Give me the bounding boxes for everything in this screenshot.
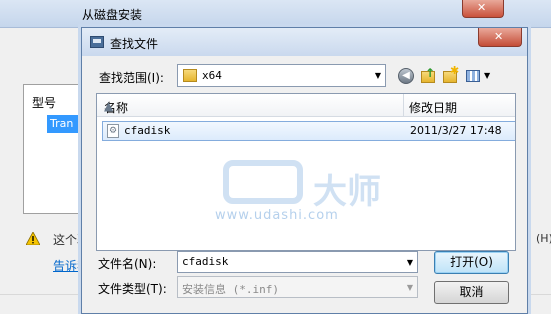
lookin-combo[interactable]: x64 ▼ [177, 64, 386, 87]
watermark-url: www.udashi.com [215, 208, 339, 223]
chevron-down-icon: ▼ [406, 283, 413, 292]
filetype-combo[interactable]: 安装信息 (*.inf) ▼ [177, 276, 418, 298]
view-menu-button[interactable]: ▼ [464, 66, 494, 86]
sort-indicator-icon: ▲ [104, 99, 114, 113]
watermark: 大师 www.udashi.com [209, 134, 429, 224]
lookin-value: x64 [202, 69, 222, 82]
filename-label: 文件名(N): [98, 257, 157, 271]
file-list: 名称 ▲ 修改日期 cfadisk 2011/3/27 17:48 大师 www… [96, 93, 516, 251]
filename-input[interactable] [182, 255, 392, 268]
setup-file-icon [107, 124, 119, 138]
background-right-edge-text: (H) [536, 232, 551, 245]
lookin-label: 查找范围(I): [99, 71, 164, 85]
filetype-value: 安装信息 (*.inf) [182, 283, 279, 296]
background-help-link[interactable]: 告诉我 [53, 257, 81, 274]
back-arrow-icon: ◀ [398, 68, 414, 84]
filename-combo[interactable]: ▼ [177, 251, 418, 273]
cancel-button[interactable]: 取消 [434, 281, 509, 304]
watermark-logo-icon [223, 160, 303, 204]
file-name: cfadisk [124, 124, 171, 137]
background-warning-text: 这个驱 [53, 233, 81, 247]
file-modified: 2011/3/27 17:48 [410, 124, 502, 137]
background-close-button[interactable] [462, 0, 504, 18]
new-folder-button[interactable]: ✱ [440, 64, 460, 86]
background-titlebar: 从磁盘安装 [0, 0, 551, 28]
sparkle-icon: ✱ [450, 64, 460, 77]
dialog-title: 查找文件 [110, 37, 159, 51]
up-arrow-icon: ↑ [425, 66, 436, 80]
background-column-label: 型号 [32, 96, 57, 110]
background-selected-item[interactable]: Tran [47, 115, 85, 133]
view-menu-icon [466, 70, 480, 82]
close-icon: ✕ [494, 30, 504, 43]
find-file-dialog: 查找文件 ✕ 查找范围(I): x64 ▼ ◀ ↑ ✱ ▼ 名称 ▲ 修改日期 [81, 27, 528, 314]
chevron-down-icon: ▼ [374, 71, 381, 80]
back-button[interactable]: ◀ [396, 66, 416, 86]
dialog-title-icon [90, 36, 104, 48]
watermark-brand: 大师 [313, 172, 381, 212]
dialog-close-button[interactable]: ✕ [478, 28, 522, 47]
file-row[interactable]: cfadisk 2011/3/27 17:48 [102, 121, 515, 141]
background-window-title: 从磁盘安装 [82, 8, 143, 22]
up-folder-button[interactable]: ↑ [418, 66, 438, 86]
open-button[interactable]: 打开(O) [434, 251, 509, 274]
dialog-titlebar: 查找文件 ✕ [82, 28, 527, 56]
folder-icon [183, 69, 197, 82]
warning-icon [26, 232, 40, 245]
filetype-label: 文件类型(T): [98, 282, 167, 296]
chevron-down-icon[interactable]: ▼ [407, 258, 413, 267]
list-header: 名称 ▲ 修改日期 [97, 94, 515, 117]
chevron-down-icon: ▼ [484, 71, 491, 80]
column-header-name[interactable]: 名称 ▲ [97, 94, 404, 117]
column-modified-label: 修改日期 [409, 101, 458, 115]
